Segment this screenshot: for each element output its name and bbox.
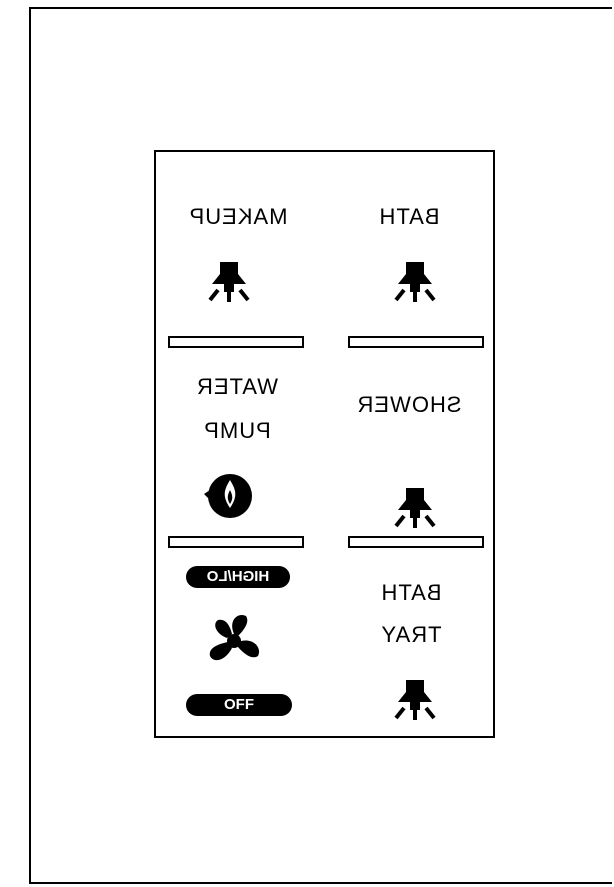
water-pump-label-line1: WATER — [196, 374, 278, 399]
bath-switch-bar[interactable] — [348, 336, 484, 348]
fan-icon[interactable] — [204, 610, 264, 672]
bath-tray-label-line1: BATH — [380, 580, 442, 605]
fan-speed-button[interactable]: HIGH/LO — [186, 566, 290, 588]
makeup-label: MAKEUP — [188, 204, 288, 229]
shower-switch-bar[interactable] — [348, 536, 484, 548]
shower-label: SHOWER — [356, 392, 462, 417]
fan-off-button[interactable]: OFF — [186, 694, 292, 716]
water-pump-icon[interactable] — [202, 468, 258, 524]
bath-light-icon[interactable] — [386, 256, 444, 306]
switch-plate: MAKEUP BATH WATER PUMP SHOWER HIGH/LO BA… — [154, 150, 495, 738]
makeup-light-icon[interactable] — [200, 256, 258, 306]
makeup-switch-bar[interactable] — [168, 336, 304, 348]
shower-light-icon[interactable] — [386, 482, 444, 532]
water-pump-switch-bar[interactable] — [168, 536, 304, 548]
bath-label: BATH — [378, 204, 440, 229]
bath-tray-label-line2: TRAY — [380, 622, 442, 647]
bath-tray-light-icon[interactable] — [386, 674, 444, 724]
water-pump-label-line2: PUMP — [203, 418, 271, 443]
